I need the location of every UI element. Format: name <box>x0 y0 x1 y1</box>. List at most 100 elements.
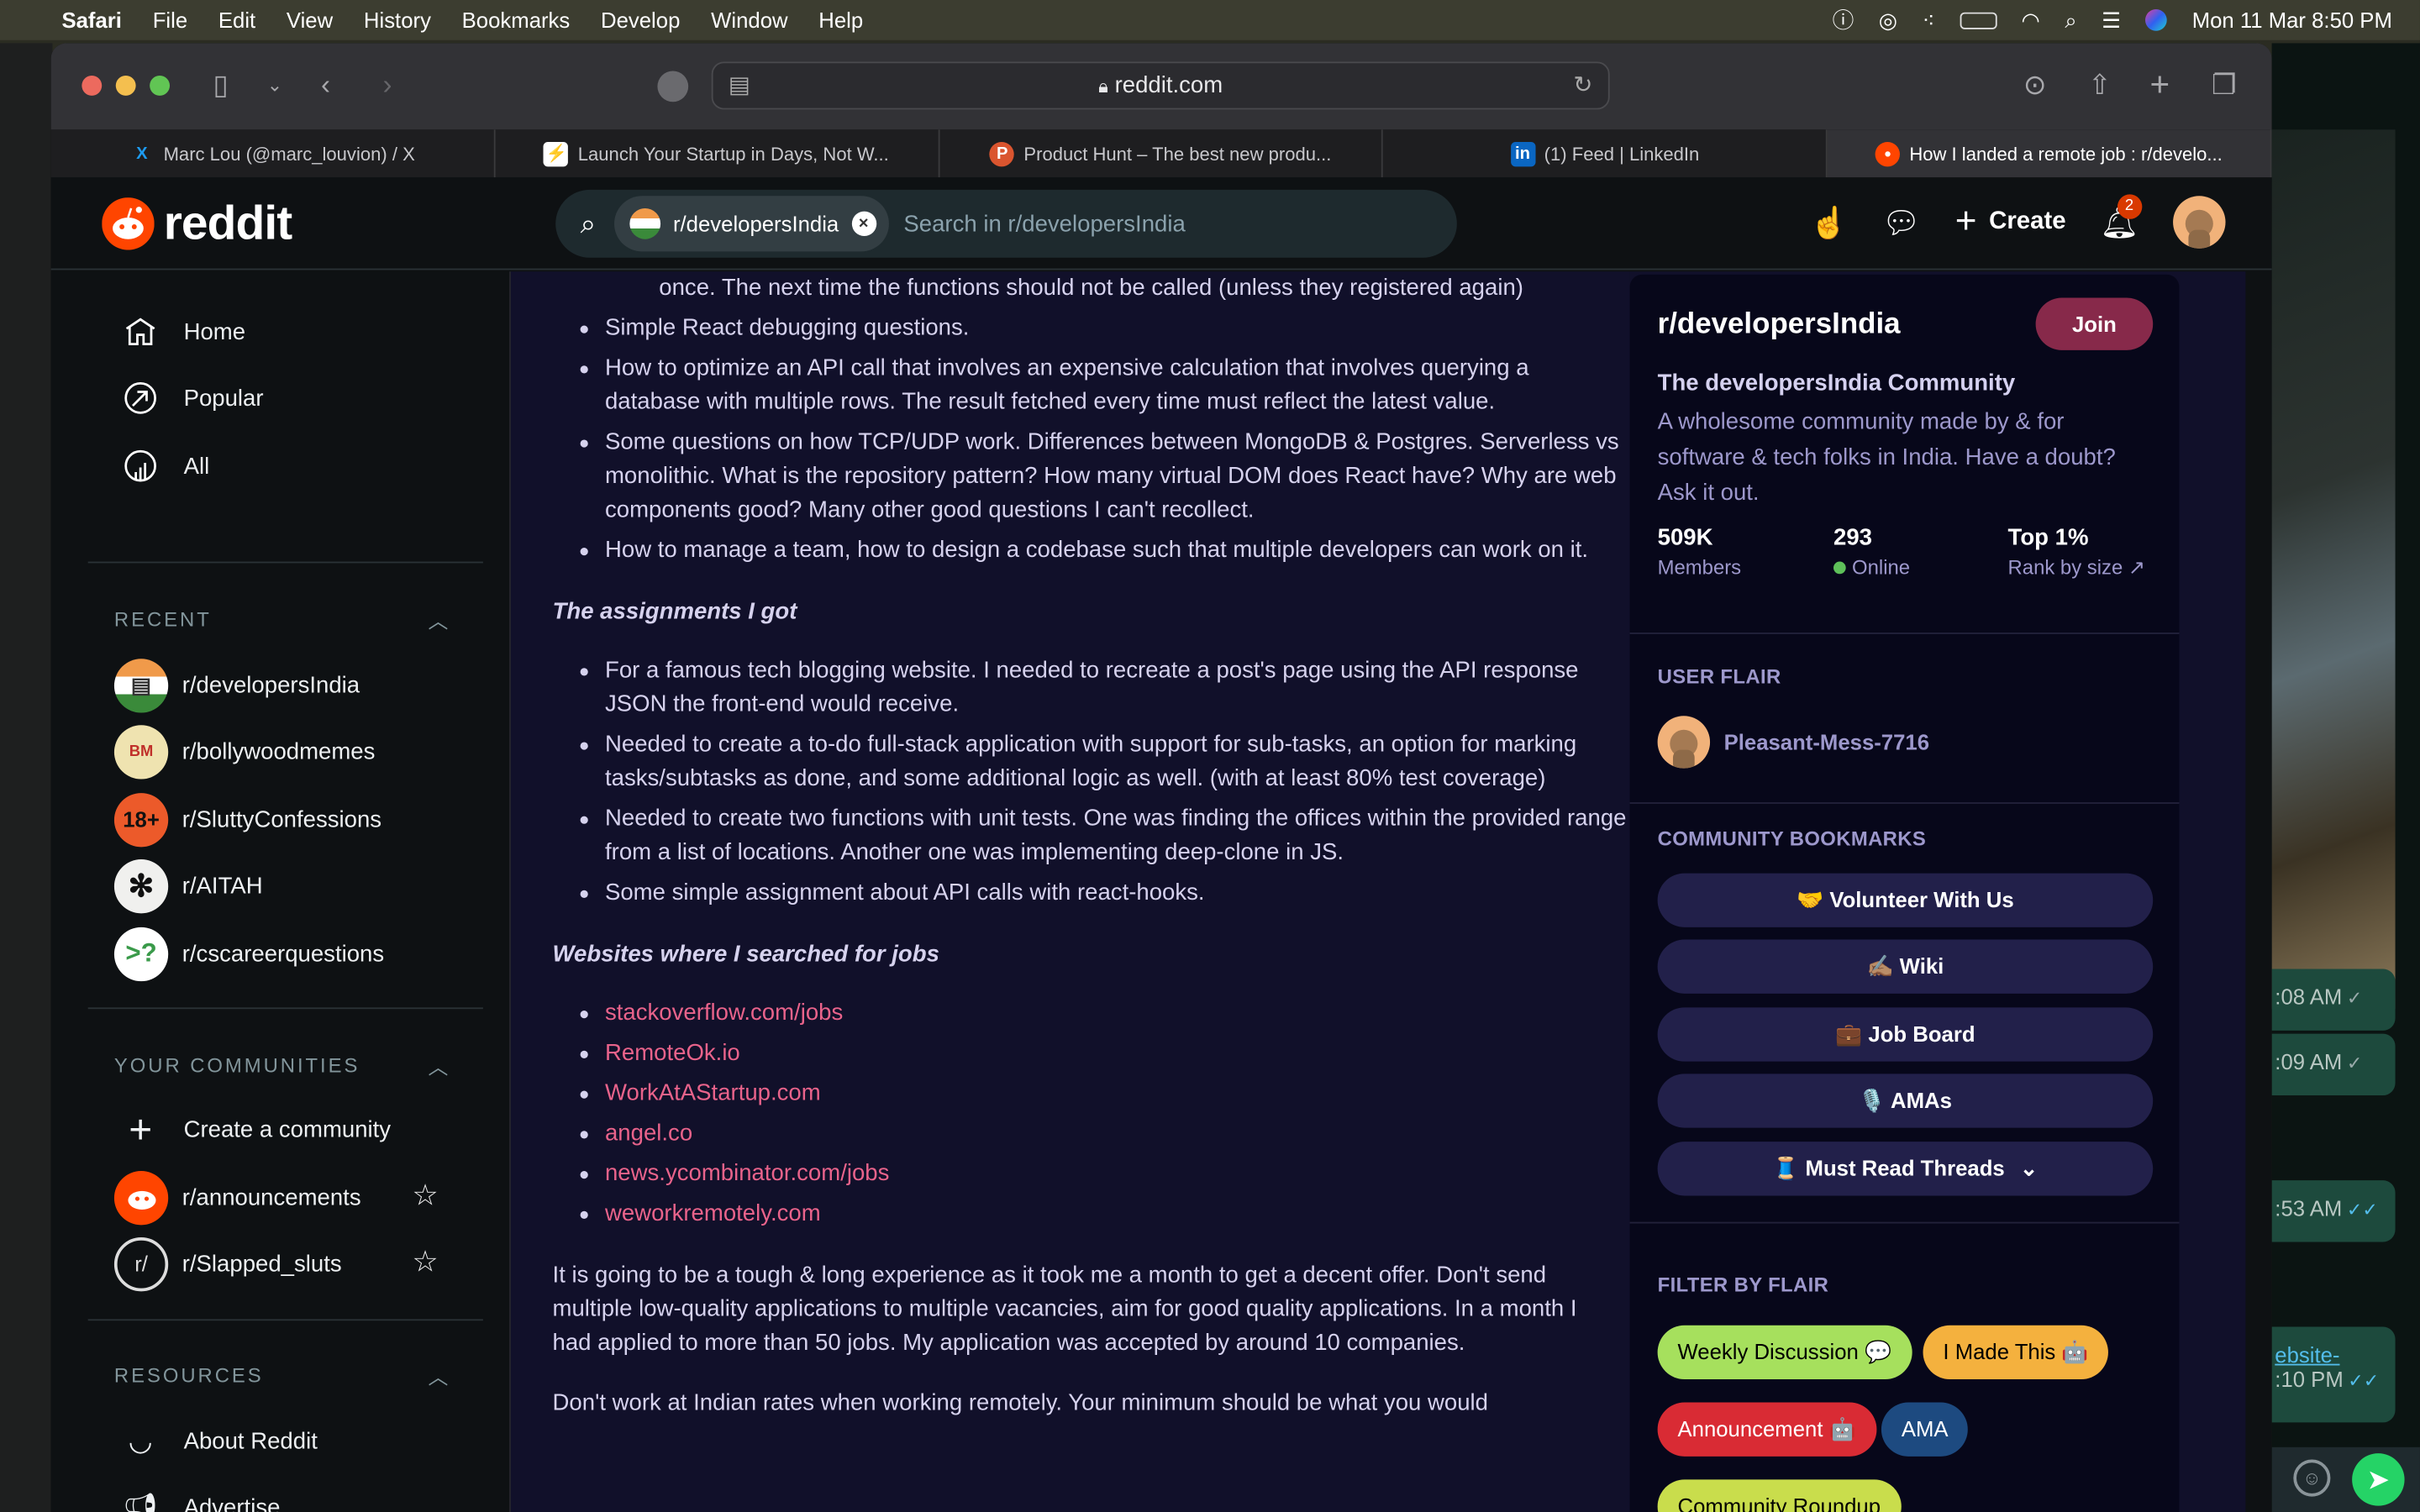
reddit-logo[interactable]: reddit <box>102 196 292 251</box>
recent-community[interactable]: >? r/cscareerquestions <box>113 926 385 981</box>
job-site-link[interactable]: RemoteOk.io <box>580 1037 1630 1070</box>
sidebar-item-label: Popular <box>183 385 264 412</box>
chat-icon[interactable]: 💬︎ <box>1882 203 1922 242</box>
minimize-window-button[interactable] <box>115 75 136 96</box>
recent-community[interactable]: ▤ r/developersIndia <box>113 657 360 712</box>
url-text[interactable]: reddit.com <box>1115 72 1223 98</box>
flair-ama[interactable]: AMA <box>1881 1402 1969 1457</box>
chevron-up-icon[interactable]: ︿ <box>428 1051 450 1080</box>
job-site-link[interactable]: WorkAtAStartup.com <box>580 1077 1630 1110</box>
favorite-star-icon[interactable]: ☆ <box>412 1245 438 1280</box>
search-bar[interactable]: ⌕ r/developersIndia × Search in r/develo… <box>555 189 1457 258</box>
recent-community[interactable]: 18+ r/SluttyConfessions <box>113 791 381 847</box>
new-tab-icon[interactable]: + <box>2150 67 2170 101</box>
search-input[interactable]: Search in r/developersIndia <box>903 211 1185 237</box>
clear-chip-icon[interactable]: × <box>850 211 876 237</box>
send-button[interactable]: ➤ <box>2352 1453 2405 1506</box>
job-site-link[interactable]: news.ycombinator.com/jobs <box>580 1158 1630 1191</box>
job-site-link[interactable]: stackoverflow.com/jobs <box>580 997 1630 1031</box>
chevron-up-icon[interactable]: ︿ <box>428 1361 450 1390</box>
job-site-link[interactable]: angel.co <box>580 1117 1630 1151</box>
rank-stat[interactable]: Top 1% Rank by size ↗ <box>2008 524 2145 580</box>
recent-section-header[interactable]: RECENT ︿ <box>114 605 450 634</box>
sidebar-item-all[interactable]: All <box>122 443 209 489</box>
bookmark-must-read-threads[interactable]: 🧵 Must Read Threads ⌄ <box>1657 1142 2154 1196</box>
bookmark-job-board[interactable]: 💼 Job Board <box>1657 1007 2154 1062</box>
tab-overview-icon[interactable]: ❐ <box>2212 70 2237 101</box>
flair-community-roundup[interactable]: Community Roundup <box>1657 1479 1901 1512</box>
menu-help[interactable]: Help <box>818 8 863 32</box>
zoom-window-button[interactable] <box>150 75 171 96</box>
user-avatar[interactable] <box>2173 196 2226 249</box>
community-name: r/cscareerquestions <box>182 940 385 967</box>
create-button[interactable]: + Create <box>1955 201 2066 244</box>
joined-community[interactable]: r/r/Slapped_sluts <box>113 1236 342 1291</box>
chevron-up-icon[interactable]: ︿ <box>428 605 450 634</box>
user-flair[interactable]: Pleasant-Mess-7716 <box>1657 716 1929 769</box>
tab-launch[interactable]: ⚡ Launch Your Startup in Days, Not W... <box>495 129 939 178</box>
bookmark-amas[interactable]: 🎙️ AMAs <box>1657 1074 2154 1128</box>
job-site-link[interactable]: weworkremotely.com <box>580 1197 1630 1231</box>
menu-file[interactable]: File <box>153 8 187 32</box>
flair-weekly-discussion[interactable]: Weekly Discussion 💬 <box>1657 1325 1912 1380</box>
flair-announcement[interactable]: Announcement 🤖 <box>1657 1402 1876 1457</box>
forward-icon[interactable]: › <box>383 70 392 101</box>
advertise-icon[interactable]: ☝ <box>1810 203 1849 242</box>
resources-section-header[interactable]: RESOURCES ︿ <box>114 1361 450 1390</box>
menu-window[interactable]: Window <box>711 8 787 32</box>
menu-bookmarks[interactable]: Bookmarks <box>462 8 571 32</box>
clock[interactable]: Mon 11 Mar 8:50 PM <box>2192 8 2392 32</box>
extension-icon[interactable] <box>657 71 689 102</box>
control-center-icon[interactable]: ☰ <box>2102 7 2121 33</box>
bookmark-wiki[interactable]: ✍🏽 Wiki <box>1657 939 2154 994</box>
message-link[interactable]: ebsite- <box>2275 1342 2395 1367</box>
recent-community[interactable]: ✻ r/AITAH <box>113 858 263 913</box>
siri-icon[interactable] <box>2145 9 2168 31</box>
communities-section-header[interactable]: YOUR COMMUNITIES ︿ <box>114 1051 450 1080</box>
menu-edit[interactable]: Edit <box>218 8 255 32</box>
tab-linkedin[interactable]: in (1) Feed | LinkedIn <box>1383 129 1828 178</box>
double-check-icon: ✓✓ <box>2346 1199 2378 1221</box>
menu-view[interactable]: View <box>287 8 333 32</box>
reddit-wordmark: reddit <box>163 196 293 250</box>
emoji-icon[interactable]: ☺ <box>2293 1459 2331 1497</box>
close-window-button[interactable] <box>82 75 103 96</box>
community-name: r/AITAH <box>182 872 263 899</box>
downloads-icon[interactable]: ⊙ <box>2023 70 2047 101</box>
wifi-icon[interactable]: ◠ <box>2022 7 2040 33</box>
spotlight-icon[interactable]: ⌕ <box>2065 7 2076 33</box>
join-button[interactable]: Join <box>2035 297 2154 350</box>
community-avatar: ✻ <box>113 858 169 913</box>
back-icon[interactable]: ‹ <box>321 70 330 101</box>
accessibility-icon[interactable]: ⓘ <box>1833 5 1854 36</box>
tab-reddit-active[interactable]: ● How I landed a remote job : r/develo... <box>1827 129 2272 178</box>
create-community-button[interactable]: + Create a community <box>122 1105 391 1152</box>
recent-community[interactable]: BM r/bollywoodmemes <box>113 723 375 779</box>
sidebar-item-about-reddit[interactable]: ◡ About Reddit <box>122 1418 318 1464</box>
bookmark-volunteer[interactable]: 🤝 Volunteer With Us <box>1657 873 2154 927</box>
airdrop-icon[interactable]: ◎ <box>1879 7 1897 33</box>
address-bar[interactable]: ▤ 🔒︎ reddit.com ↻ <box>711 61 1610 110</box>
reload-icon[interactable]: ↻ <box>1573 63 1592 108</box>
dots-icon[interactable]: ⁖ <box>1923 7 1935 33</box>
share-icon[interactable]: ⇧ <box>2088 70 2112 101</box>
favorite-star-icon[interactable]: ☆ <box>412 1179 438 1214</box>
battery-icon[interactable] <box>1960 11 1997 29</box>
search-community-chip[interactable]: r/developersIndia × <box>614 196 889 252</box>
flair-i-made-this[interactable]: I Made This 🤖 <box>1923 1325 2109 1380</box>
sidebar-item-home[interactable]: Home <box>122 308 245 354</box>
page-menu-icon[interactable]: ▤ <box>729 63 750 108</box>
menu-history[interactable]: History <box>364 8 431 32</box>
chat-photo[interactable] <box>2271 129 2396 1010</box>
tab-x[interactable]: X Marc Lou (@marc_louvion) / X <box>51 129 496 178</box>
notifications-button[interactable]: 🔔︎ 2 <box>2100 193 2142 242</box>
menu-develop[interactable]: Develop <box>601 8 680 32</box>
tab-product-hunt[interactable]: P Product Hunt – The best new produ... <box>939 129 1384 178</box>
sidebar-toggle-icon[interactable]: ▯ <box>213 70 228 101</box>
sidebar-item-popular[interactable]: Popular <box>122 375 264 421</box>
sidebar-item-advertise[interactable]: 📢︎ Advertise <box>122 1484 280 1512</box>
chevron-down-icon[interactable]: ⌄ <box>267 70 282 101</box>
menu-app-name[interactable]: Safari <box>61 8 121 32</box>
joined-community[interactable]: r/announcements <box>113 1169 361 1225</box>
message-time: :08 AM <box>2275 984 2343 1010</box>
